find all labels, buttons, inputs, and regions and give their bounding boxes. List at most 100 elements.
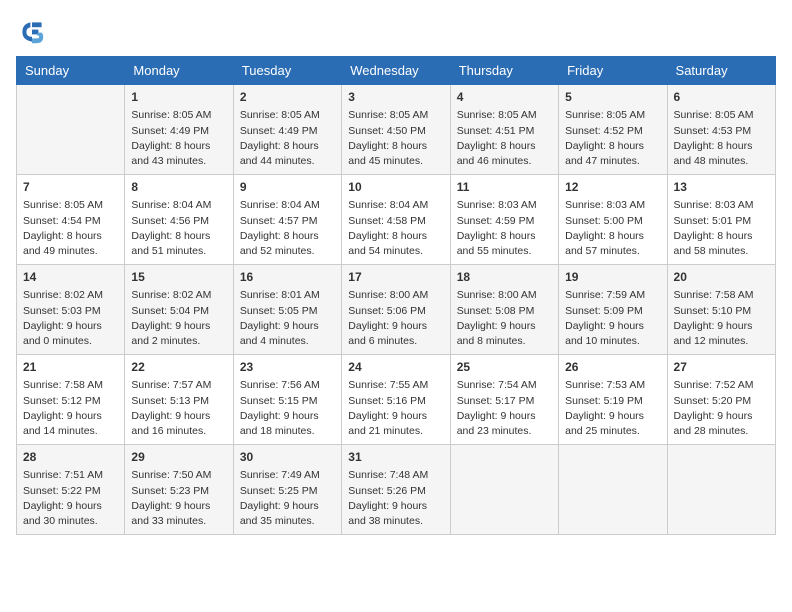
calendar-cell: 22Sunrise: 7:57 AMSunset: 5:13 PMDayligh… — [125, 355, 233, 445]
day-info-line: Sunrise: 7:49 AM — [240, 468, 335, 483]
day-info-line: Sunset: 5:17 PM — [457, 394, 552, 409]
day-info-line: Sunset: 5:16 PM — [348, 394, 443, 409]
day-info-line: Sunrise: 7:54 AM — [457, 378, 552, 393]
day-info-line: Daylight: 9 hours — [348, 319, 443, 334]
day-number: 16 — [240, 269, 335, 286]
day-number: 22 — [131, 359, 226, 376]
day-info-line: Sunrise: 8:05 AM — [131, 108, 226, 123]
day-info-line: Sunset: 5:00 PM — [565, 214, 660, 229]
calendar-cell — [17, 85, 125, 175]
day-info-line: Daylight: 8 hours — [457, 139, 552, 154]
day-info-line: Daylight: 9 hours — [348, 499, 443, 514]
calendar-cell — [559, 445, 667, 535]
day-info-line: Sunset: 5:06 PM — [348, 304, 443, 319]
calendar-cell: 4Sunrise: 8:05 AMSunset: 4:51 PMDaylight… — [450, 85, 558, 175]
calendar-cell: 8Sunrise: 8:04 AMSunset: 4:56 PMDaylight… — [125, 175, 233, 265]
weekday-header-wednesday: Wednesday — [342, 57, 450, 85]
calendar-cell: 20Sunrise: 7:58 AMSunset: 5:10 PMDayligh… — [667, 265, 775, 355]
day-info-line: Sunset: 4:51 PM — [457, 124, 552, 139]
day-info-line: and 58 minutes. — [674, 244, 769, 259]
day-info-line: and 30 minutes. — [23, 514, 118, 529]
day-info-line: Daylight: 9 hours — [240, 319, 335, 334]
calendar-cell: 25 Sunrise: 7:54 AMSunset: 5:17 PMDayligh… — [450, 355, 558, 445]
calendar-cell: 13Sunrise: 8:03 AMSunset: 5:01 PMDayligh… — [667, 175, 775, 265]
calendar-cell: 31Sunrise: 7:48 AMSunset: 5:26 PMDayligh… — [342, 445, 450, 535]
day-info-line: Sunrise: 8:01 AM — [240, 288, 335, 303]
day-number: 3 — [348, 89, 443, 106]
day-info-line: Sunset: 4:49 PM — [240, 124, 335, 139]
weekday-header-saturday: Saturday — [667, 57, 775, 85]
day-info-line: Sunset: 5:01 PM — [674, 214, 769, 229]
calendar-cell: 29 Sunrise: 7:50 AMSunset: 5:23 PMDayligh… — [125, 445, 233, 535]
day-info-line: Sunrise: 8:04 AM — [131, 198, 226, 213]
day-info-line: Sunrise: 7:57 AM — [131, 378, 226, 393]
calendar-table: SundayMondayTuesdayWednesdayThursdayFrid… — [16, 56, 776, 535]
day-info-line: Sunrise: 8:03 AM — [674, 198, 769, 213]
calendar-cell: 18Sunrise: 8:00 AMSunset: 5:08 PMDayligh… — [450, 265, 558, 355]
day-number: 23 — [240, 359, 335, 376]
day-info-line: Daylight: 9 hours — [457, 409, 552, 424]
day-info-line: and 46 minutes. — [457, 154, 552, 169]
day-info-line: Sunrise: 8:04 AM — [348, 198, 443, 213]
day-info-line: Daylight: 9 hours — [23, 499, 118, 514]
day-info-line: Sunrise: 7:50 AM — [131, 468, 226, 483]
day-number: 15 — [131, 269, 226, 286]
day-info-line: and 47 minutes. — [565, 154, 660, 169]
day-info-line: and 43 minutes. — [131, 154, 226, 169]
day-info-line: Sunset: 5:22 PM — [23, 484, 118, 499]
day-number: 2 — [240, 89, 335, 106]
day-number: 11 — [457, 179, 552, 196]
day-info-line: Sunset: 5:23 PM — [131, 484, 226, 499]
day-info-line: Sunrise: 8:05 AM — [565, 108, 660, 123]
day-info-line: Daylight: 9 hours — [131, 499, 226, 514]
day-info-line: Sunset: 4:53 PM — [674, 124, 769, 139]
day-info-line: Daylight: 8 hours — [348, 139, 443, 154]
weekday-row: SundayMondayTuesdayWednesdayThursdayFrid… — [17, 57, 776, 85]
calendar-cell: 6Sunrise: 8:05 AMSunset: 4:53 PMDaylight… — [667, 85, 775, 175]
day-info-line: Sunset: 4:52 PM — [565, 124, 660, 139]
day-info-line: Sunset: 5:19 PM — [565, 394, 660, 409]
day-info-line: Sunrise: 8:05 AM — [674, 108, 769, 123]
calendar-cell: 12Sunrise: 8:03 AMSunset: 5:00 PMDayligh… — [559, 175, 667, 265]
day-info-line: Sunset: 4:49 PM — [131, 124, 226, 139]
calendar-week-row: 7Sunrise: 8:05 AMSunset: 4:54 PMDaylight… — [17, 175, 776, 265]
day-number: 17 — [348, 269, 443, 286]
weekday-header-sunday: Sunday — [17, 57, 125, 85]
day-info-line: Daylight: 9 hours — [565, 409, 660, 424]
day-info-line: Sunrise: 8:00 AM — [348, 288, 443, 303]
calendar-cell: 10Sunrise: 8:04 AMSunset: 4:58 PMDayligh… — [342, 175, 450, 265]
day-info-line: Sunrise: 8:02 AM — [131, 288, 226, 303]
calendar-week-row: 14Sunrise: 8:02 AMSunset: 5:03 PMDayligh… — [17, 265, 776, 355]
day-info-line: Sunset: 5:10 PM — [674, 304, 769, 319]
calendar-cell: 7Sunrise: 8:05 AMSunset: 4:54 PMDaylight… — [17, 175, 125, 265]
calendar-cell: 19Sunrise: 7:59 AMSunset: 5:09 PMDayligh… — [559, 265, 667, 355]
day-number: 29 — [131, 449, 226, 466]
day-info-line: Daylight: 8 hours — [565, 229, 660, 244]
day-number: 9 — [240, 179, 335, 196]
day-number: 21 — [23, 359, 118, 376]
day-number: 20 — [674, 269, 769, 286]
day-number: 25 — [457, 359, 552, 376]
day-number: 7 — [23, 179, 118, 196]
day-info-line: Daylight: 8 hours — [240, 139, 335, 154]
day-info-line: Sunset: 4:56 PM — [131, 214, 226, 229]
calendar-cell: 17 Sunrise: 8:00 AMSunset: 5:06 PMDayligh… — [342, 265, 450, 355]
day-info-line: Daylight: 9 hours — [131, 409, 226, 424]
calendar-cell: 2 Sunrise: 8:05 AMSunset: 4:49 PMDaylight… — [233, 85, 341, 175]
day-info-line: Daylight: 9 hours — [240, 409, 335, 424]
day-number: 28 — [23, 449, 118, 466]
day-info-line: Sunrise: 7:58 AM — [674, 288, 769, 303]
day-info-line: Sunset: 5:08 PM — [457, 304, 552, 319]
logo — [16, 16, 52, 48]
day-info-line: Sunrise: 8:05 AM — [240, 108, 335, 123]
day-info-line: Sunrise: 8:02 AM — [23, 288, 118, 303]
day-info-line: and 55 minutes. — [457, 244, 552, 259]
day-number: 30 — [240, 449, 335, 466]
calendar-cell: 11Sunrise: 8:03 AMSunset: 4:59 PMDayligh… — [450, 175, 558, 265]
day-info-line: Daylight: 8 hours — [565, 139, 660, 154]
calendar-cell: 14Sunrise: 8:02 AMSunset: 5:03 PMDayligh… — [17, 265, 125, 355]
day-info-line: and 2 minutes. — [131, 334, 226, 349]
weekday-header-friday: Friday — [559, 57, 667, 85]
day-info-line: and 44 minutes. — [240, 154, 335, 169]
day-number: 26 — [565, 359, 660, 376]
